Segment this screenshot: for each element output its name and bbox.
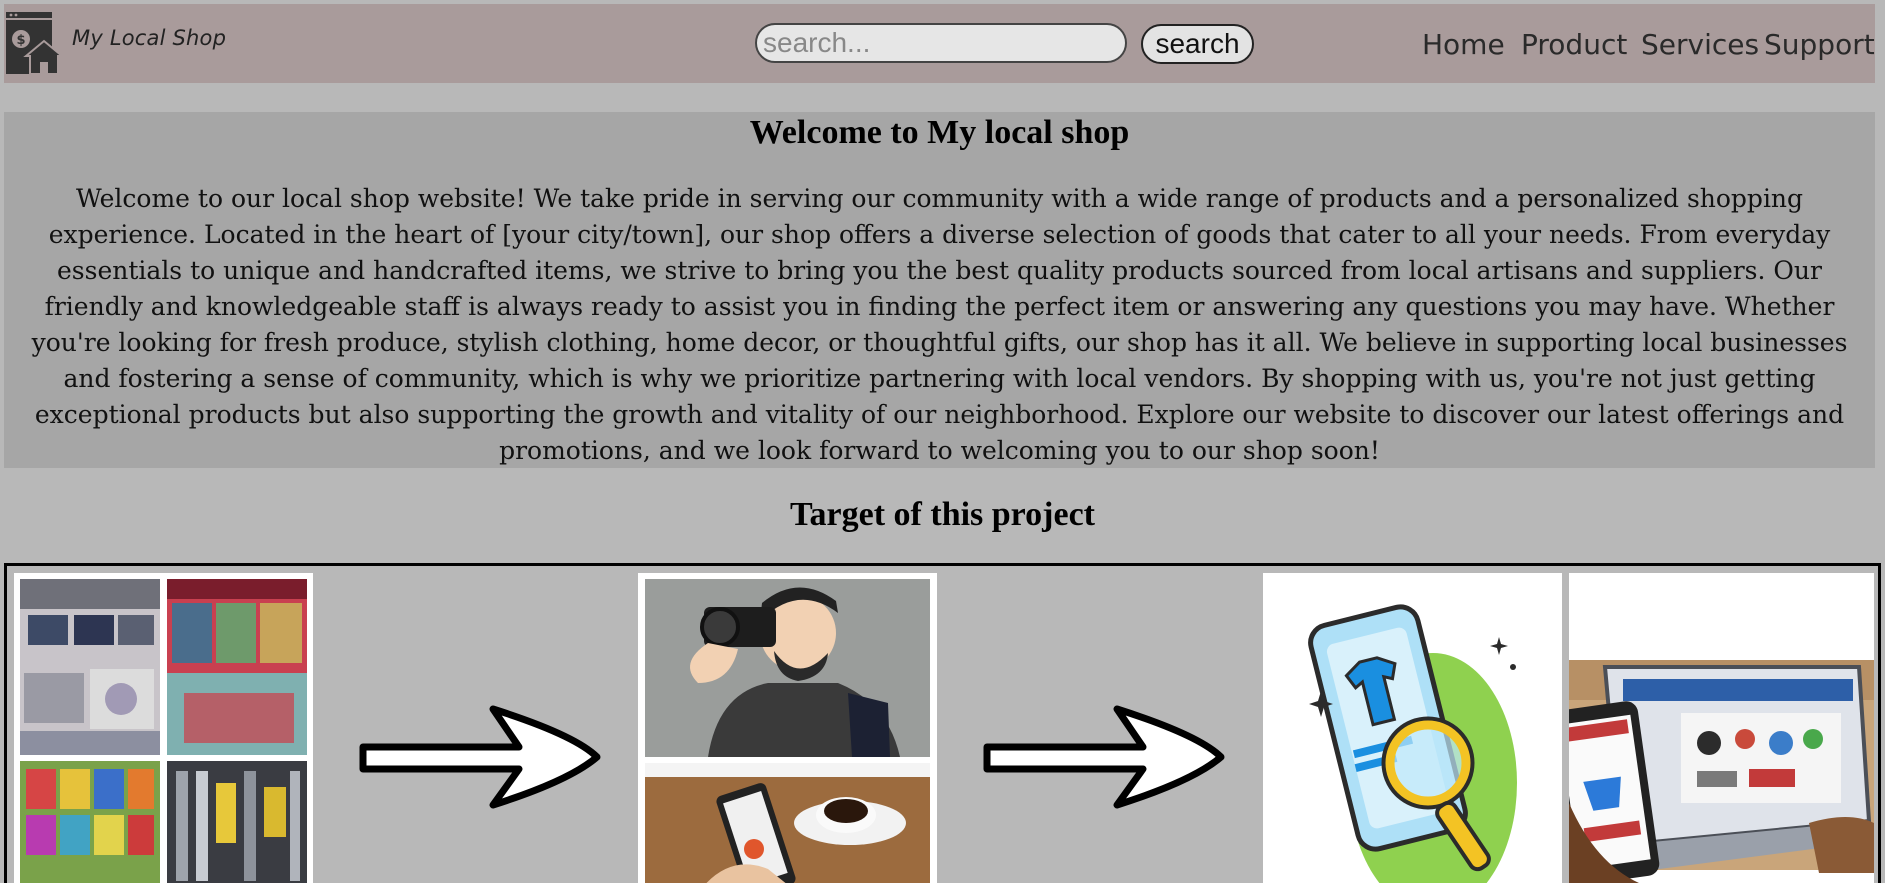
arrow-right-icon [359,705,601,809]
nav-services[interactable]: Services [1641,28,1759,61]
search-button[interactable]: search [1141,24,1254,64]
welcome-section: Welcome to My local shop Welcome to our … [4,112,1875,468]
arrow-right-icon [983,705,1225,809]
brand-name: My Local Shop [72,26,227,50]
nav-product[interactable]: Product [1521,28,1627,61]
shop-collage-image [14,573,313,883]
shop-logo-icon[interactable]: $ [4,10,64,76]
online-shop-devices-image [1569,573,1874,883]
nav-support[interactable]: Support [1764,28,1875,61]
svg-text:$: $ [16,33,25,48]
photography-image [638,573,937,883]
target-title: Target of this project [789,496,1095,533]
target-gallery [4,563,1881,883]
mobile-search-illustration [1263,573,1562,883]
welcome-title: Welcome to My local shop [749,114,1130,151]
welcome-paragraph: Welcome to our local shop website! We ta… [31,184,1848,465]
search-input[interactable] [755,23,1127,63]
nav-home[interactable]: Home [1422,28,1505,61]
site-header: $ My Local Shop search Home Product Serv… [4,4,1875,83]
